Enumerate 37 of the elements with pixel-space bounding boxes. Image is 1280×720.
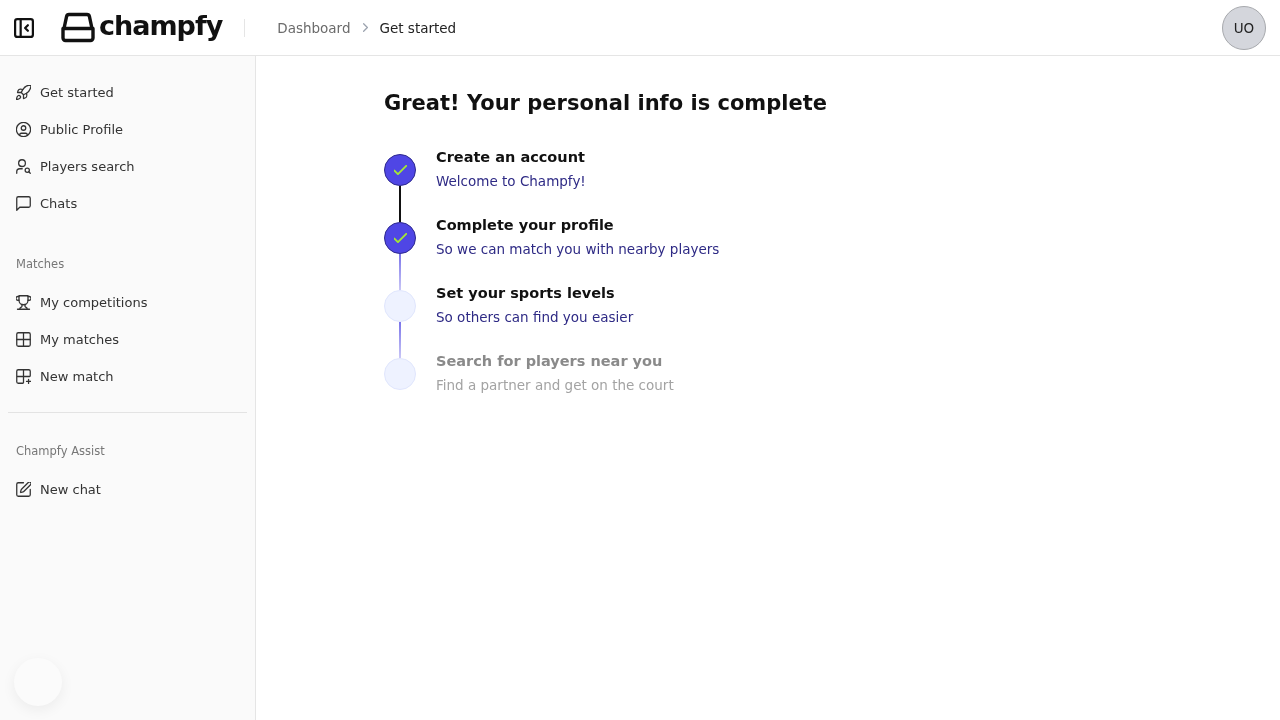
sidebar-toggle-button[interactable] [12, 15, 36, 40]
user-avatar[interactable]: UO [1222, 5, 1266, 50]
sidebar-item[interactable]: My matches [0, 321, 135, 358]
sidebar-item[interactable]: Public Profile [0, 111, 140, 148]
breadcrumb-item: Get started [379, 19, 457, 36]
step-title: Search for players near you [436, 352, 663, 371]
page-title: Great! Your personal info is complete [384, 90, 828, 117]
user-search-icon [16, 159, 31, 174]
breadcrumb-item[interactable]: Dashboard [277, 19, 351, 36]
step-description: So we can match you with nearby players [436, 240, 720, 259]
section-heading: Champfy Assist [15, 443, 106, 459]
step-connector [399, 254, 401, 290]
step-title: Complete your profile [436, 216, 614, 235]
sidebar-item[interactable]: New match [0, 358, 130, 395]
sidebar-item[interactable]: New chat [0, 471, 117, 508]
chevron-right-icon [362, 23, 368, 32]
grid-plus-icon [16, 369, 31, 384]
section-heading: Matches [15, 256, 66, 272]
step-connector [399, 186, 401, 222]
sidebar-item[interactable]: Chats [0, 185, 94, 222]
sidebar-collapse-icon [14, 17, 34, 38]
step-title: Set your sports levels [436, 284, 615, 303]
step-description: Find a partner and get on the court [436, 376, 674, 395]
step-description: So others can find you easier [436, 308, 634, 327]
edit-icon [16, 482, 31, 497]
step-connector [399, 322, 401, 358]
sidebar-item[interactable]: Get started [0, 74, 130, 111]
step-description: Welcome to Champfy! [436, 172, 586, 191]
sidebar-item[interactable]: Players search [0, 148, 151, 185]
grid-icon [16, 332, 31, 347]
sidebar-item[interactable]: My competitions [0, 284, 164, 321]
step-title: Create an account [436, 148, 585, 167]
logo-wordmark: champfy [99, 9, 223, 42]
chat-bubble-icon [16, 196, 31, 211]
rocket-icon [16, 85, 31, 100]
trophy-icon [16, 295, 31, 310]
logo-icon [60, 12, 96, 43]
